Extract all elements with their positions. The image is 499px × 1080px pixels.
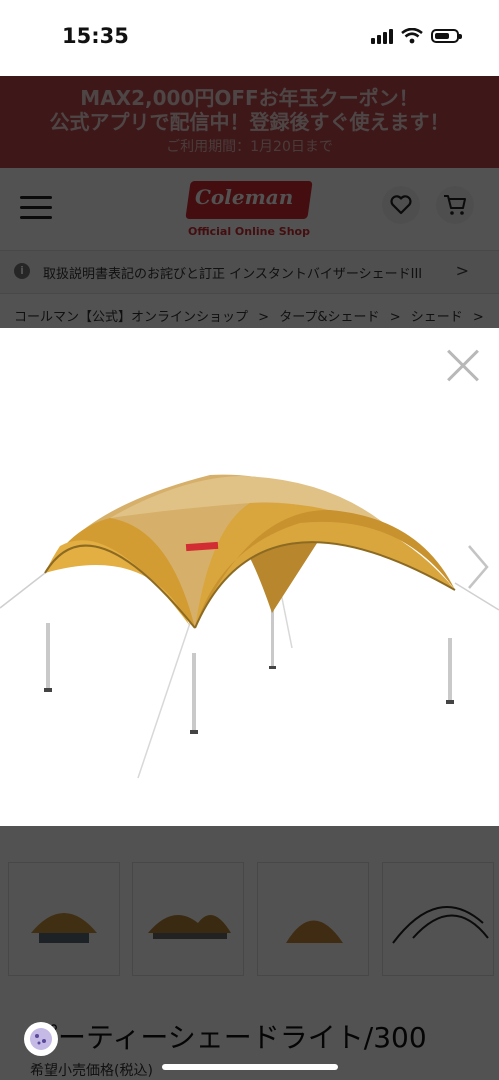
notice-text: 取扱説明書表記のお詫びと訂正 インスタントバイザーシェードIII [43,267,423,282]
hamburger-menu-icon[interactable] [20,196,52,220]
thumbnail-1[interactable] [8,862,120,976]
heart-icon [390,195,412,215]
status-time: 15:35 [62,24,129,48]
wifi-icon [401,28,423,44]
cellular-signal-icon [371,28,393,44]
product-price-label: 希望小売価格(税込) [30,1063,153,1079]
site-header: Coleman Official Online Shop [0,168,499,250]
product-section: パーティーシェードライト/300 希望小売価格(税込) [0,826,499,1080]
party-shade-tent-image [0,474,499,779]
notice-bar[interactable]: i 取扱説明書表記のお詫びと訂正 インスタントバイザーシェードIII > [0,250,499,294]
breadcrumb-item-shade[interactable]: シェード [411,310,463,325]
home-indicator[interactable] [162,1064,338,1070]
thumbnail-2[interactable] [132,862,244,976]
pole-frame-thumbnail-icon [392,906,489,944]
breadcrumb-item-home[interactable]: コールマン【公式】オンラインショップ [14,310,248,325]
brand-logo[interactable]: Coleman [195,185,305,209]
battery-icon [431,29,462,43]
cart-button[interactable] [436,186,474,224]
cookie-settings-button[interactable] [24,1022,58,1056]
cookie-icon [30,1028,52,1050]
chevron-right-icon: > [258,310,270,325]
promo-subheadline: 公式アプリで配信中！登録後すぐ使えます！ [49,110,450,134]
tent-scene-thumbnail-icon [31,913,97,943]
shade-thumbnail-icon [286,920,343,943]
image-viewer-modal [0,328,499,826]
chevron-right-icon: > [472,310,484,325]
brand-tagline: Official Online Shop [188,225,310,238]
breadcrumb: コールマン【公式】オンラインショップ > タープ&シェード > シェード > [14,306,490,325]
favorites-button[interactable] [382,186,420,224]
status-icons [371,28,462,44]
status-bar: 15:35 [0,0,499,76]
cart-icon [444,195,466,215]
product-title: パーティーシェードライト/300 [30,1021,427,1054]
chevron-right-icon[interactable] [465,542,493,592]
chevron-right-icon: > [455,261,469,280]
tent-camp-thumbnail-icon [148,915,231,939]
breadcrumb-item-tarp[interactable]: タープ&シェード [279,310,379,325]
thumbnail-3[interactable] [257,862,369,976]
promo-period: ご利用期間：1月20日まで [166,139,333,155]
chevron-right-icon: > [389,310,401,325]
thumbnail-4[interactable] [382,862,494,976]
promo-banner[interactable]: MAX2,000円OFFお年玉クーポン！ 公式アプリで配信中！登録後すぐ使えます… [0,76,499,168]
info-icon: i [14,263,30,279]
